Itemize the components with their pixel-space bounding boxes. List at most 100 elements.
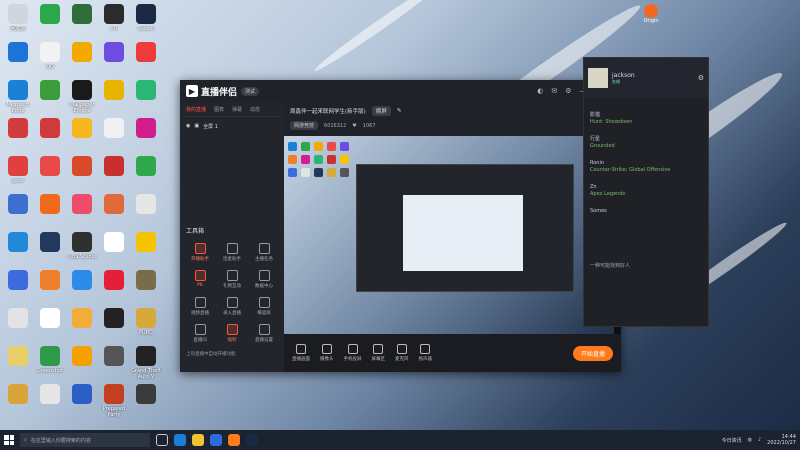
tab-charts[interactable]: 图表 xyxy=(214,106,224,113)
desktop-icon[interactable]: Steam xyxy=(130,4,162,32)
desktop-icon[interactable] xyxy=(34,118,66,140)
desktop-icon[interactable]: VR xyxy=(98,4,130,32)
room-category[interactable]: 网游竞技 xyxy=(290,121,319,130)
settings-icon[interactable]: ⚙ xyxy=(565,87,571,95)
desktop-icon[interactable] xyxy=(66,156,98,178)
steam-icon[interactable] xyxy=(246,434,258,446)
desktop-icon[interactable] xyxy=(130,118,162,140)
avatar[interactable] xyxy=(588,68,608,88)
control-camera[interactable]: 摄像头 xyxy=(320,344,334,362)
desktop-icon[interactable] xyxy=(2,308,34,330)
lock-icon[interactable]: ▣ xyxy=(194,123,199,130)
desktop-icon[interactable]: Greenshot xyxy=(34,346,66,374)
desktop-icon[interactable] xyxy=(66,194,98,216)
edit-icon[interactable]: ✎ xyxy=(397,108,402,114)
sidebar-footer[interactable]: 上热直播中自动开播功能 xyxy=(186,351,278,357)
tool-item[interactable]: 直播设置 xyxy=(250,324,278,343)
weather-widget[interactable]: 今日资讯 xyxy=(722,437,742,444)
control-phone[interactable]: 手机投屏 xyxy=(344,344,362,362)
store-icon[interactable] xyxy=(210,434,222,446)
settings-icon[interactable]: ⚙ xyxy=(698,74,704,82)
desktop-icon[interactable] xyxy=(2,194,34,216)
clock[interactable]: 14:44 2022/10/27 xyxy=(767,434,796,446)
desktop-icon[interactable] xyxy=(130,270,162,292)
steam-username[interactable]: jackson xyxy=(612,72,635,79)
desktop-icon[interactable] xyxy=(98,42,130,64)
desktop-icon[interactable]: Prepared Party xyxy=(98,384,130,418)
tool-item[interactable]: 直播间 xyxy=(186,324,214,343)
desktop-icon[interactable] xyxy=(66,4,98,26)
desktop-icon[interactable]: geek xyxy=(2,156,34,184)
taskbar-search[interactable]: ⌕ 在这里输入你要搜索的内容 xyxy=(20,433,150,447)
desktop-icon[interactable] xyxy=(34,4,66,26)
desktop-icon[interactable]: OBS Studio xyxy=(66,232,98,260)
folder-icon[interactable] xyxy=(192,434,204,446)
room-badge[interactable]: 横屏 xyxy=(371,106,391,116)
desktop-icon[interactable] xyxy=(66,118,98,140)
desktop-icon[interactable] xyxy=(130,156,162,178)
eye-icon[interactable]: ◉ xyxy=(186,123,190,130)
desktop-icon[interactable] xyxy=(34,384,66,406)
desktop-icon[interactable] xyxy=(34,270,66,292)
skin-icon[interactable]: ◐ xyxy=(537,87,543,95)
friend-item[interactable]: Somes xyxy=(590,208,702,215)
desktop-icon[interactable]: PUBG xyxy=(130,308,162,336)
scene-item[interactable]: ◉ ▣ 全屏 1 xyxy=(186,123,278,130)
desktop-icon[interactable] xyxy=(130,42,162,64)
desktop-icon[interactable] xyxy=(66,270,98,292)
live-preview[interactable] xyxy=(284,136,621,334)
control-mic[interactable]: 麦克风 xyxy=(395,344,409,362)
network-icon[interactable]: ◍ xyxy=(748,437,752,443)
desktop-icon[interactable] xyxy=(34,232,66,254)
desktop-icon[interactable] xyxy=(66,42,98,64)
tool-item[interactable]: 数据中心 xyxy=(250,270,278,289)
tool-item[interactable]: 连麦助手 xyxy=(218,243,246,262)
control-screen[interactable]: 直播画面 xyxy=(292,344,310,362)
tool-item[interactable]: 开播助手 xyxy=(186,243,214,262)
desktop-icon[interactable] xyxy=(98,346,130,368)
desktop-icon[interactable] xyxy=(66,308,98,330)
desktop-icon[interactable] xyxy=(98,270,130,292)
desktop-icon[interactable] xyxy=(130,232,162,254)
tool-item[interactable]: 主播任务 xyxy=(250,243,278,262)
desktop-icon[interactable]: Grand Theft Auto V xyxy=(130,346,162,380)
tool-item[interactable]: PK xyxy=(186,270,214,289)
desktop-icon[interactable]: Microsoft Edge xyxy=(2,80,34,114)
desktop-icon[interactable] xyxy=(2,232,34,254)
desktop-icon[interactable] xyxy=(98,194,130,216)
desktop-icon[interactable] xyxy=(130,80,162,102)
tool-item[interactable]: 横竖屏 xyxy=(250,297,278,316)
go-live-button[interactable]: 开始直播 xyxy=(572,345,613,361)
tool-item[interactable]: 礼物互动 xyxy=(218,270,246,289)
desktop-icon[interactable]: 回收站 xyxy=(2,4,34,32)
friend-item[interactable]: 行星 Grounded xyxy=(590,136,702,150)
desktop-icon[interactable] xyxy=(2,270,34,292)
friend-item[interactable]: Ronin Counter-Strike: Global Offensive xyxy=(590,160,702,174)
tool-item[interactable]: 录入直播 xyxy=(218,297,246,316)
desktop-icon[interactable] xyxy=(98,232,130,254)
start-button[interactable] xyxy=(4,435,14,445)
tab-danmaku[interactable]: 弹幕 xyxy=(232,106,242,113)
friend-item[interactable]: 影猎 Hunt: Showdown xyxy=(590,112,702,126)
tool-item[interactable]: 福利 xyxy=(218,324,246,343)
desktop-icon[interactable] xyxy=(2,42,34,64)
message-icon[interactable]: ✉ xyxy=(551,87,557,95)
desktop-icon[interactable] xyxy=(34,194,66,216)
control-speaker[interactable]: 扬声器 xyxy=(419,344,432,362)
desktop-icon[interactable] xyxy=(66,384,98,406)
desktop-icon[interactable] xyxy=(66,346,98,368)
desktop-icon[interactable] xyxy=(2,384,34,406)
desktop-icon[interactable] xyxy=(98,80,130,102)
volume-icon[interactable]: ♪ xyxy=(758,437,761,443)
tab-feed[interactable]: 动态 xyxy=(250,106,260,113)
tool-item[interactable]: 视频直播 xyxy=(186,297,214,316)
desktop-icon[interactable] xyxy=(98,308,130,330)
desktop-icon[interactable]: QQ xyxy=(34,42,66,70)
tab-my-live[interactable]: 我的直播 xyxy=(186,106,206,113)
desktop-icon[interactable]: Wallpaper Engine xyxy=(66,80,98,114)
room-title[interactable]: 周鑫伴一起来联网学生(新手版) xyxy=(290,107,366,115)
friend-item[interactable]: Zn Apex Legends xyxy=(590,184,702,198)
desktop-icon[interactable] xyxy=(34,156,66,178)
control-region[interactable]: 屏幕区 xyxy=(372,344,385,362)
task-view-icon[interactable] xyxy=(156,434,168,446)
